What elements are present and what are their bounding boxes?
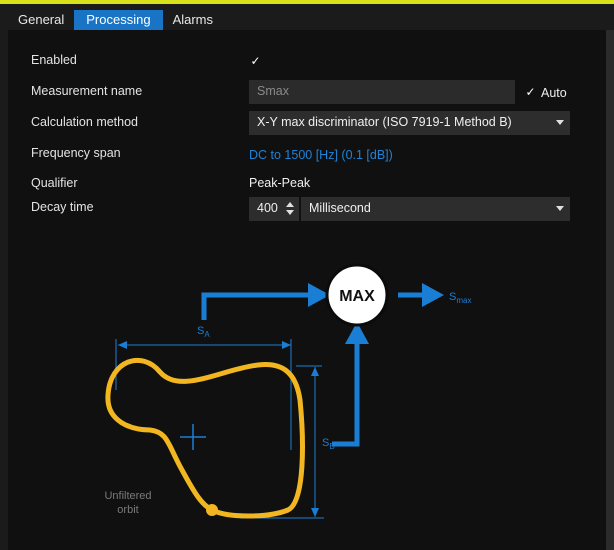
smax-diagram: MAX Smax SA SB Unfiltered orbit xyxy=(104,263,471,519)
orbit-label-line1: Unfiltered xyxy=(104,490,151,502)
sb-signal-arrow xyxy=(332,342,360,447)
sb-dim-arrow-top xyxy=(311,367,319,376)
max-label: MAX xyxy=(339,288,375,305)
smax-label: Smax xyxy=(449,291,471,305)
sb-dim-arrow-bottom xyxy=(311,508,319,517)
smax-arrow-head xyxy=(422,283,444,307)
orbit-start-dot xyxy=(206,504,218,516)
sa-dim-arrow-right xyxy=(282,341,291,349)
sa-signal-arrow xyxy=(201,292,312,320)
sb-label: SB xyxy=(322,437,335,451)
orbit-label-line2: orbit xyxy=(117,504,138,516)
sa-label: SA xyxy=(197,325,210,339)
sa-dim-arrow-left xyxy=(118,341,127,349)
